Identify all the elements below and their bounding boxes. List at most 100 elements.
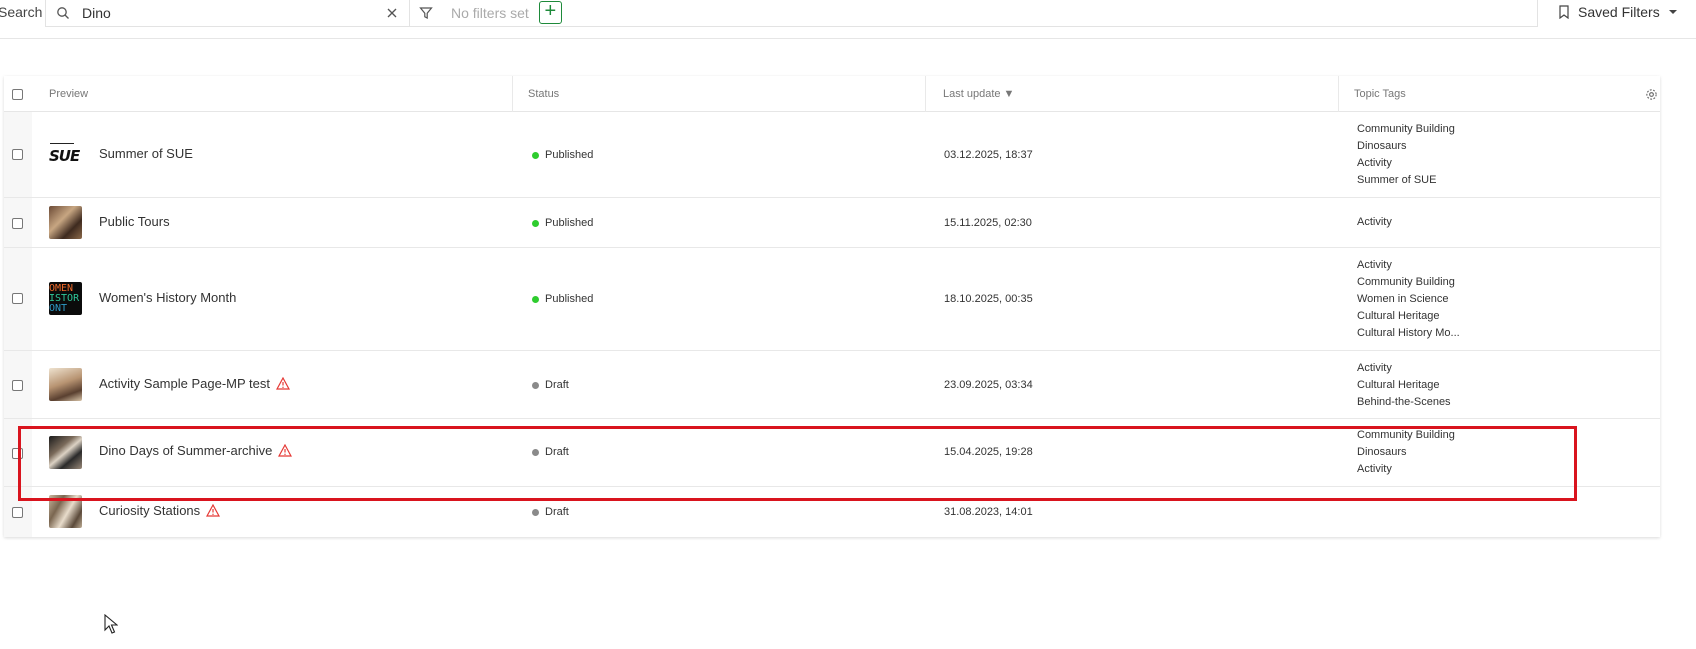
page-title-link[interactable]: Summer of SUE: [99, 146, 193, 161]
topic-tag: Community Building: [1357, 276, 1455, 288]
thumbnail-logo-text: SUE: [49, 147, 80, 165]
topic-tag: Behind-the-Scenes: [1357, 396, 1451, 408]
preview-thumbnail: [49, 206, 82, 239]
status-dot: [532, 381, 539, 389]
topic-tag: Cultural Heritage: [1357, 310, 1440, 322]
row-checkbox[interactable]: [12, 218, 23, 229]
topic-tag: Activity: [1357, 216, 1392, 228]
page-title-link[interactable]: Women's History Month: [99, 290, 236, 305]
page-title-link[interactable]: Public Tours: [99, 214, 170, 229]
table-row[interactable]: OMEN ISTOR ONT Women's History Month Pub…: [4, 248, 1660, 351]
status-text: Published: [545, 217, 594, 229]
search-icon: [57, 6, 69, 19]
status-dot: [532, 151, 539, 159]
status-dot: [532, 448, 539, 456]
page-title-link[interactable]: Activity Sample Page-MP test: [99, 376, 290, 391]
table-row[interactable]: SUE Summer of SUE Published 03.12.2025, …: [4, 112, 1660, 198]
saved-filters-label: Saved Filters: [1578, 4, 1660, 20]
topic-tag: Activity: [1357, 259, 1392, 271]
topic-tag: Summer of SUE: [1357, 174, 1437, 186]
search-toolbar: Search Dino No filters set + Saved Filte…: [0, 0, 1696, 39]
preview-thumbnail: [49, 436, 82, 469]
status-text: Published: [545, 293, 594, 305]
topic-tag: Women in Science: [1357, 293, 1449, 305]
topic-tags: Community Building Dinosaurs Activity Su…: [1357, 121, 1455, 189]
thumbnail-rule: [50, 143, 74, 144]
status-badge: Draft: [532, 379, 569, 391]
status-text: Draft: [545, 506, 569, 518]
column-last-update[interactable]: Last update ▼: [943, 76, 1014, 112]
status-text: Draft: [545, 379, 569, 391]
last-update-date: 03.12.2025, 18:37: [944, 149, 1033, 161]
table-row[interactable]: Activity Sample Page-MP test Draft 23.09…: [4, 351, 1660, 419]
page-title-text: Activity Sample Page-MP test: [99, 376, 270, 391]
row-checkbox[interactable]: [12, 380, 23, 391]
warning-icon: [278, 444, 293, 457]
add-filter-button[interactable]: +: [538, 1, 562, 24]
topic-tag: Community Building: [1357, 429, 1455, 441]
page-title-link[interactable]: Curiosity Stations: [99, 503, 221, 518]
row-checkbox[interactable]: [12, 507, 23, 518]
topic-tag: Cultural Heritage: [1357, 379, 1440, 391]
table-row[interactable]: Public Tours Published 15.11.2025, 02:30…: [4, 198, 1660, 248]
status-badge: Published: [532, 217, 593, 229]
last-update-date: 15.11.2025, 02:30: [944, 217, 1032, 229]
page-title-text: Curiosity Stations: [99, 503, 201, 518]
filter-placeholder: No filters set: [451, 4, 529, 21]
topic-tag: Activity: [1357, 463, 1392, 475]
status-text: Published: [545, 149, 594, 161]
row-checkbox[interactable]: [12, 448, 23, 459]
last-update-date: 31.08.2023, 14:01: [944, 506, 1033, 518]
column-divider: [1338, 76, 1339, 112]
topic-tag: Activity: [1357, 362, 1392, 374]
page-title-link[interactable]: Dino Days of Summer-archive: [99, 443, 293, 458]
last-update-date: 18.10.2025, 00:35: [944, 293, 1033, 305]
column-preview[interactable]: Preview: [49, 76, 88, 112]
row-checkbox[interactable]: [12, 149, 23, 160]
topic-tag: Activity: [1357, 157, 1392, 169]
column-divider: [925, 76, 926, 112]
status-badge: Draft: [532, 446, 569, 458]
topic-tags: Activity Cultural Heritage Behind-the-Sc…: [1357, 360, 1451, 411]
warning-icon: [206, 504, 221, 517]
page-title-text: Dino Days of Summer-archive: [99, 443, 273, 458]
clear-search-icon[interactable]: [385, 6, 399, 20]
thumbnail-text-line: ONT: [49, 303, 68, 314]
search-value[interactable]: Dino: [82, 5, 385, 21]
preview-thumbnail: OMEN ISTOR ONT: [49, 282, 82, 315]
column-topic-tags[interactable]: Topic Tags: [1354, 76, 1406, 112]
chevron-down-icon: [1668, 10, 1677, 14]
table-row[interactable]: Curiosity Stations Draft 31.08.2023, 14:…: [4, 487, 1660, 537]
topic-tag: Cultural History Mo...: [1357, 327, 1460, 339]
status-badge: Published: [532, 293, 593, 305]
status-badge: Draft: [532, 506, 569, 518]
column-status[interactable]: Status: [528, 76, 559, 112]
status-text: Draft: [545, 446, 569, 458]
warning-icon: [276, 377, 290, 390]
status-dot: [532, 508, 539, 516]
preview-thumbnail: [49, 495, 82, 528]
column-divider: [512, 76, 513, 112]
search-label: Search: [0, 4, 43, 20]
topic-tag: Dinosaurs: [1357, 446, 1407, 458]
status-badge: Published: [532, 149, 593, 161]
status-dot: [532, 295, 539, 303]
select-all-checkbox[interactable]: [12, 89, 23, 100]
last-update-date: 23.09.2025, 03:34: [944, 379, 1033, 391]
bookmark-icon: [1559, 5, 1569, 19]
topic-tag: Community Building: [1357, 123, 1455, 135]
table-header: Preview Status Last update ▼ Topic Tags: [4, 76, 1660, 112]
search-input[interactable]: Dino: [45, 0, 410, 27]
topic-tag: Dinosaurs: [1357, 140, 1407, 152]
filter-icon: [419, 6, 433, 19]
last-update-date: 15.04.2025, 19:28: [944, 446, 1033, 458]
topic-tags: Activity: [1357, 214, 1392, 231]
topic-tags: Community Building Dinosaurs Activity: [1357, 427, 1455, 478]
status-dot: [532, 219, 539, 227]
row-checkbox[interactable]: [12, 293, 23, 304]
gear-icon[interactable]: [1645, 88, 1658, 101]
table-row[interactable]: Dino Days of Summer-archive Draft 15.04.…: [4, 419, 1660, 487]
saved-filters-button[interactable]: Saved Filters: [1558, 4, 1678, 20]
filter-bar[interactable]: No filters set +: [410, 0, 1538, 27]
topic-tags: Activity Community Building Women in Sci…: [1357, 257, 1460, 342]
